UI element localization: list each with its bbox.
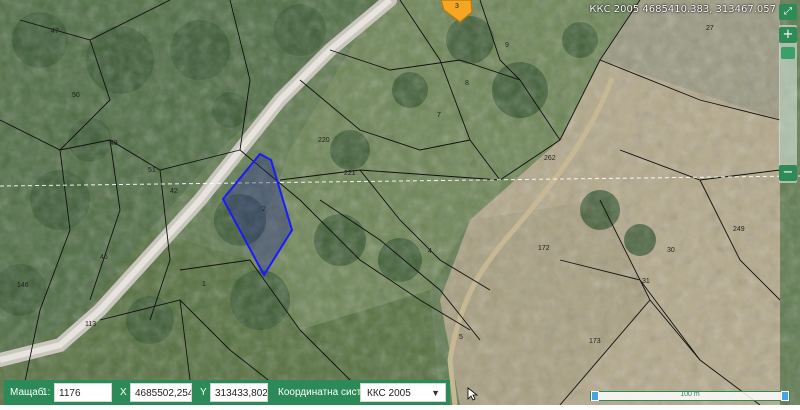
- parcel-label: 51: [148, 167, 156, 174]
- parcel-label: 5: [459, 334, 463, 341]
- parcel-label: 1: [202, 281, 206, 288]
- parcel-label: 220: [318, 137, 330, 144]
- scale-input[interactable]: 1176: [54, 383, 112, 402]
- parcel-label: 172: [538, 245, 550, 252]
- crs-select[interactable]: ККС 2005 ▼: [360, 383, 446, 402]
- parcel-label: 2: [262, 206, 266, 213]
- parcel-label: 9: [505, 42, 509, 49]
- zoom-slider-handle[interactable]: [781, 47, 795, 59]
- parcel-label: 30: [667, 247, 675, 254]
- scale-prefix: 1:: [42, 387, 51, 398]
- parcel-label: 249: [733, 226, 745, 233]
- coordinate-readout: ККС 2005 4685410.383, 313467.057: [589, 4, 776, 15]
- parcel-label: 46: [100, 254, 108, 261]
- expand-icon: ⤢: [784, 6, 792, 17]
- scale-bar-label: 100 m: [680, 391, 700, 398]
- parcel-label: 27: [706, 25, 714, 32]
- zoom-in-button[interactable]: +: [779, 27, 797, 43]
- parcel-label: 50: [72, 92, 80, 99]
- y-label: Y: [200, 387, 207, 398]
- parcel-label: 262: [544, 155, 556, 162]
- parcel-label: 8: [465, 80, 469, 87]
- parcel-label: 42: [170, 188, 178, 195]
- zoom-out-button[interactable]: −: [779, 165, 797, 181]
- terrain-texture: [0, 0, 800, 405]
- fullscreen-button[interactable]: ⤢: [779, 4, 797, 20]
- scale-bar-start: [591, 391, 599, 401]
- parcel-label: 113: [85, 321, 97, 328]
- x-coordinate-input[interactable]: 4685502,254: [130, 383, 192, 402]
- coordinates-toolbar: Мащаб 1: 1176 X 4685502,254 Y 313433,802…: [4, 380, 450, 405]
- scale-bar: 100 m: [590, 391, 790, 401]
- scale-label: Мащаб: [10, 387, 44, 398]
- scale-bar-end: [781, 391, 789, 401]
- parcel-label: 221: [344, 170, 356, 177]
- parcel-label: 173: [589, 338, 601, 345]
- parcel-label: 146: [17, 282, 29, 289]
- parcel-label: 31: [642, 278, 650, 285]
- parcel-label: 7: [437, 112, 441, 119]
- map-view[interactable]: 47 50 48 51 42 46 146 113 1 220 221 9 8 …: [0, 0, 800, 406]
- parcel-label: 4: [428, 248, 432, 255]
- chevron-down-icon: ▼: [431, 388, 440, 398]
- parcel-label: 3: [455, 3, 459, 10]
- x-label: X: [120, 387, 127, 398]
- parcel-label: 48: [110, 140, 118, 147]
- mouse-cursor-icon: [467, 387, 479, 401]
- y-coordinate-input[interactable]: 313433,802: [210, 383, 268, 402]
- crs-value: ККС 2005: [367, 388, 411, 399]
- parcel-label: 47: [51, 28, 59, 35]
- satellite-map[interactable]: [0, 0, 800, 406]
